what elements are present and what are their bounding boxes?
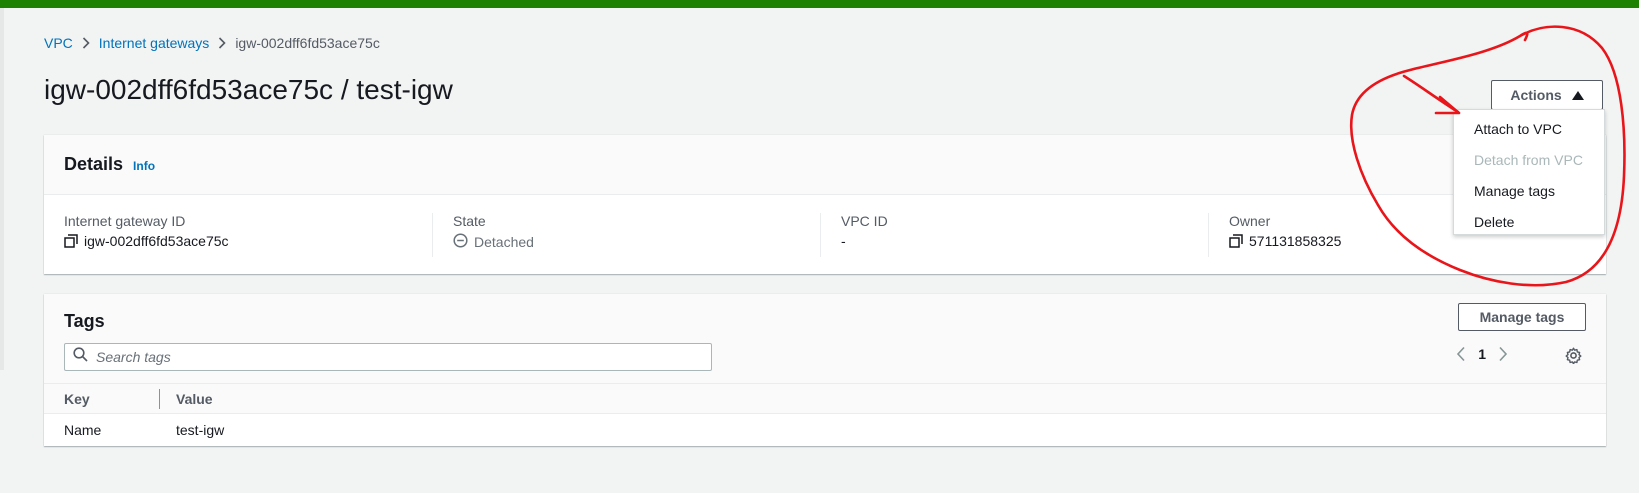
tags-header: Tags Manage tags 1 <box>44 294 1606 384</box>
details-header: Details Info <box>44 135 1606 195</box>
menu-item-delete[interactable]: Delete <box>1454 207 1604 238</box>
minus-circle-icon <box>453 233 468 251</box>
breadcrumb-internet-gateways[interactable]: Internet gateways <box>99 35 210 51</box>
detail-vpc-id: VPC ID - <box>820 213 1208 257</box>
table-row: Name test-igw <box>44 414 1606 446</box>
tags-table-header: Key Value <box>44 384 1606 414</box>
info-link[interactable]: Info <box>133 159 155 173</box>
detail-label: State <box>453 213 486 229</box>
state-value: Detached <box>474 234 534 250</box>
tag-key-cell: Name <box>64 422 102 438</box>
search-tags-field[interactable] <box>64 343 712 371</box>
current-page-number[interactable]: 1 <box>1478 346 1486 362</box>
menu-item-attach-to-vpc[interactable]: Attach to VPC <box>1454 114 1604 145</box>
detail-value: Detached <box>453 233 820 251</box>
internet-gateway-id-value: igw-002dff6fd53ace75c <box>84 233 229 249</box>
page-title: igw-002dff6fd53ace75c / test-igw <box>44 74 453 105</box>
chevron-right-icon <box>209 34 235 52</box>
actions-button[interactable]: Actions <box>1491 80 1603 110</box>
column-header-value[interactable]: Value <box>160 391 213 407</box>
pagination: 1 <box>1456 346 1508 362</box>
breadcrumb-current: igw-002dff6fd53ace75c <box>235 35 380 51</box>
chevron-right-icon <box>73 34 99 52</box>
actions-dropdown-menu: Attach to VPC Detach from VPC Manage tag… <box>1453 109 1605 235</box>
top-status-bar <box>0 0 1639 8</box>
tags-title: Tags <box>64 311 105 331</box>
copy-icon[interactable] <box>1229 234 1243 248</box>
detail-state: State Detached <box>432 213 820 257</box>
owner-value: 571131858325 <box>1249 233 1342 249</box>
tag-value-cell: test-igw <box>176 422 225 438</box>
copy-icon[interactable] <box>64 234 78 248</box>
details-body: Internet gateway ID igw-002dff6fd53ace75… <box>44 195 1606 257</box>
breadcrumb-vpc[interactable]: VPC <box>44 35 73 51</box>
details-panel: Details Info Internet gateway ID igw-002… <box>44 135 1606 274</box>
menu-item-detach-from-vpc: Detach from VPC <box>1474 152 1583 168</box>
column-header-key[interactable]: Key <box>44 384 160 413</box>
caret-up-icon <box>1571 90 1584 100</box>
chevron-left-icon[interactable] <box>1456 346 1466 362</box>
gear-icon[interactable] <box>1565 347 1582 369</box>
menu-item-manage-tags[interactable]: Manage tags <box>1454 176 1604 207</box>
manage-tags-button[interactable]: Manage tags <box>1458 303 1586 331</box>
search-tags-input[interactable] <box>96 349 696 365</box>
search-icon <box>73 347 88 367</box>
chevron-right-icon[interactable] <box>1498 346 1508 362</box>
left-nav-edge <box>0 8 4 370</box>
tags-panel: Tags Manage tags 1 Key Value <box>44 294 1606 446</box>
detail-label: VPC ID <box>841 213 888 229</box>
vpc-id-value: - <box>841 233 846 249</box>
detail-label: Internet gateway ID <box>64 213 186 229</box>
detail-internet-gateway-id: Internet gateway ID igw-002dff6fd53ace75… <box>44 213 432 257</box>
detail-value: - <box>841 233 1208 249</box>
actions-label: Actions <box>1510 87 1562 103</box>
detail-value: igw-002dff6fd53ace75c <box>64 233 432 249</box>
details-title: Details <box>64 154 124 174</box>
breadcrumb: VPC Internet gateways igw-002dff6fd53ace… <box>44 34 380 52</box>
